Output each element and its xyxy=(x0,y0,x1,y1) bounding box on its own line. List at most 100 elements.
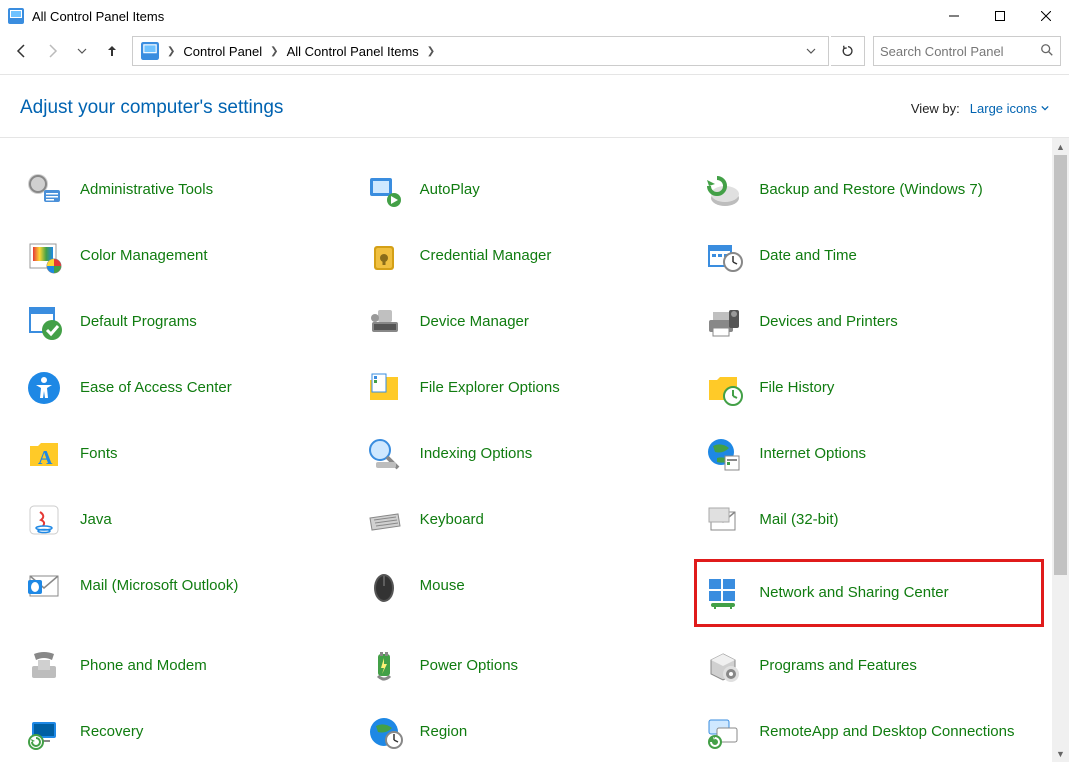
content-area: Adjust your computer's settings View by:… xyxy=(0,74,1069,767)
cp-item-backup-restore[interactable]: Backup and Restore (Windows 7) xyxy=(699,168,1039,212)
cp-item-file-explorer-options[interactable]: File Explorer Options xyxy=(360,366,700,410)
cp-item-label: Fonts xyxy=(80,444,118,464)
file-history-icon xyxy=(703,368,743,408)
cp-item-indexing-options[interactable]: Indexing Options xyxy=(360,432,700,476)
scroll-down-arrow[interactable]: ▼ xyxy=(1052,745,1069,762)
file-explorer-options-icon xyxy=(364,368,404,408)
content-header: Adjust your computer's settings View by:… xyxy=(0,75,1069,137)
items-scroll-region: Administrative Tools AutoPlay Backup and… xyxy=(0,138,1069,762)
cp-item-label: Devices and Printers xyxy=(759,312,897,332)
search-input[interactable]: Search Control Panel xyxy=(873,36,1061,66)
close-button[interactable] xyxy=(1023,0,1069,32)
address-dropdown[interactable] xyxy=(798,44,824,59)
cp-item-network-sharing-center[interactable]: Network and Sharing Center xyxy=(699,564,1039,622)
view-by-dropdown[interactable]: Large icons xyxy=(970,101,1049,116)
up-button[interactable] xyxy=(98,37,126,65)
cp-item-file-history[interactable]: File History xyxy=(699,366,1039,410)
cp-item-devices-printers[interactable]: Devices and Printers xyxy=(699,300,1039,344)
cp-item-label: Administrative Tools xyxy=(80,180,213,200)
recent-locations-dropdown[interactable] xyxy=(68,37,96,65)
cp-item-label: Recovery xyxy=(80,722,143,742)
cp-item-fonts[interactable]: A Fonts xyxy=(20,432,360,476)
cp-item-label: Mail (Microsoft Outlook) xyxy=(80,576,238,596)
cp-item-label: Power Options xyxy=(420,656,518,676)
chevron-right-icon[interactable]: ❯ xyxy=(266,46,282,57)
vertical-scrollbar[interactable]: ▲ ▼ xyxy=(1052,138,1069,762)
cp-item-label: Ease of Access Center xyxy=(80,378,232,398)
cp-item-java[interactable]: Java xyxy=(20,498,360,542)
window-title: All Control Panel Items xyxy=(32,9,931,24)
maximize-button[interactable] xyxy=(977,0,1023,32)
internet-options-icon xyxy=(703,434,743,474)
cp-item-phone-modem[interactable]: Phone and Modem xyxy=(20,644,360,688)
cp-item-administrative-tools[interactable]: Administrative Tools xyxy=(20,168,360,212)
minimize-button[interactable] xyxy=(931,0,977,32)
device-manager-icon xyxy=(364,302,404,342)
default-programs-icon xyxy=(24,302,64,342)
titlebar: All Control Panel Items xyxy=(0,0,1069,32)
cp-item-label: Backup and Restore (Windows 7) xyxy=(759,180,982,200)
cp-item-mail-32bit[interactable]: Mail (32-bit) xyxy=(699,498,1039,542)
cp-item-mail-outlook[interactable]: Mail (Microsoft Outlook) xyxy=(20,564,360,608)
color-management-icon xyxy=(24,236,64,276)
view-by-control: View by: Large icons xyxy=(911,101,1049,116)
mouse-icon xyxy=(364,566,404,606)
cp-item-keyboard[interactable]: Keyboard xyxy=(360,498,700,542)
refresh-button[interactable] xyxy=(831,36,865,66)
items-grid: Administrative Tools AutoPlay Backup and… xyxy=(0,138,1069,762)
cp-item-region[interactable]: Region xyxy=(360,710,700,754)
cp-item-device-manager[interactable]: Device Manager xyxy=(360,300,700,344)
keyboard-icon xyxy=(364,500,404,540)
cp-item-label: Credential Manager xyxy=(420,246,552,266)
cp-item-label: Java xyxy=(80,510,112,530)
scroll-thumb[interactable] xyxy=(1054,155,1067,575)
scroll-up-arrow[interactable]: ▲ xyxy=(1052,138,1069,155)
control-panel-app-icon xyxy=(8,8,24,24)
cp-item-label: Default Programs xyxy=(80,312,197,332)
breadcrumb-control-panel[interactable]: Control Panel xyxy=(179,44,266,59)
address-bar[interactable]: ❯ Control Panel ❯ All Control Panel Item… xyxy=(132,36,829,66)
control-panel-icon xyxy=(141,42,159,60)
cp-item-internet-options[interactable]: Internet Options xyxy=(699,432,1039,476)
breadcrumb-all-items[interactable]: All Control Panel Items xyxy=(283,44,423,59)
cp-item-label: Keyboard xyxy=(420,510,484,530)
ease-of-access-icon xyxy=(24,368,64,408)
recovery-icon xyxy=(24,712,64,752)
cp-item-label: Mouse xyxy=(420,576,465,596)
cp-item-label: Region xyxy=(420,722,468,742)
page-title: Adjust your computer's settings xyxy=(20,97,283,119)
cp-item-ease-of-access[interactable]: Ease of Access Center xyxy=(20,366,360,410)
cp-item-color-management[interactable]: Color Management xyxy=(20,234,360,278)
forward-button[interactable] xyxy=(38,37,66,65)
cp-item-date-and-time[interactable]: Date and Time xyxy=(699,234,1039,278)
cp-item-remoteapp[interactable]: RemoteApp and Desktop Connections xyxy=(699,710,1039,754)
cp-item-label: Network and Sharing Center xyxy=(759,583,948,603)
cp-item-default-programs[interactable]: Default Programs xyxy=(20,300,360,344)
chevron-right-icon[interactable]: ❯ xyxy=(163,46,179,57)
date-time-icon xyxy=(703,236,743,276)
cp-item-label: Indexing Options xyxy=(420,444,533,464)
cp-item-autoplay[interactable]: AutoPlay xyxy=(360,168,700,212)
cp-item-label: Mail (32-bit) xyxy=(759,510,838,530)
cp-item-power-options[interactable]: Power Options xyxy=(360,644,700,688)
cp-item-label: RemoteApp and Desktop Connections xyxy=(759,722,1014,742)
cp-item-label: Internet Options xyxy=(759,444,866,464)
search-icon xyxy=(1040,43,1054,60)
back-button[interactable] xyxy=(8,37,36,65)
chevron-down-icon xyxy=(1041,104,1049,112)
view-by-value: Large icons xyxy=(970,101,1037,116)
indexing-options-icon xyxy=(364,434,404,474)
cp-item-programs-features[interactable]: Programs and Features xyxy=(699,644,1039,688)
chevron-right-icon[interactable]: ❯ xyxy=(423,46,439,57)
cp-item-credential-manager[interactable]: Credential Manager xyxy=(360,234,700,278)
region-icon xyxy=(364,712,404,752)
window-controls xyxy=(931,0,1069,32)
cp-item-recovery[interactable]: Recovery xyxy=(20,710,360,754)
svg-text:A: A xyxy=(38,447,53,469)
cp-item-label: Date and Time xyxy=(759,246,857,266)
search-placeholder: Search Control Panel xyxy=(880,44,1040,59)
cp-item-label: Programs and Features xyxy=(759,656,917,676)
cp-item-mouse[interactable]: Mouse xyxy=(360,564,700,608)
fonts-icon: A xyxy=(24,434,64,474)
cp-item-label: Color Management xyxy=(80,246,208,266)
